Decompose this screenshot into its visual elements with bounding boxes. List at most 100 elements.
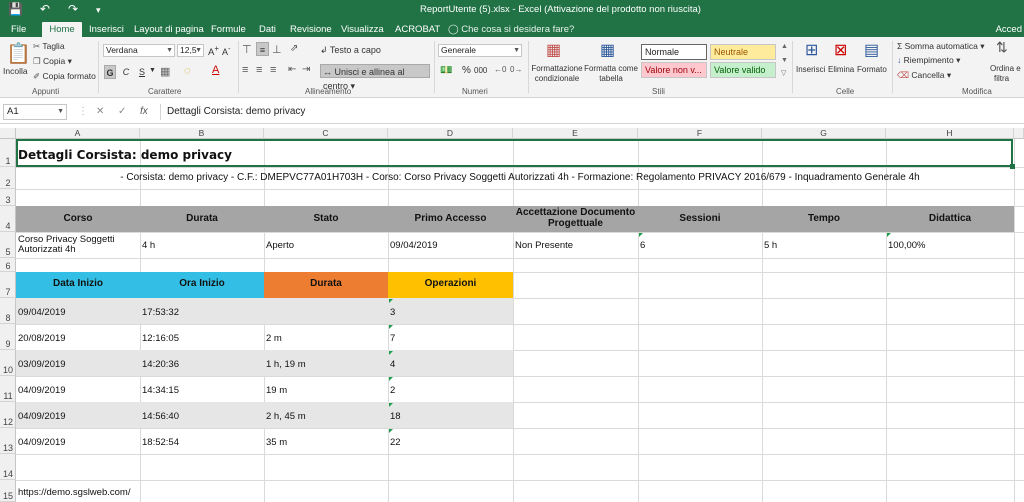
account-name[interactable]: Acced <box>996 22 1022 37</box>
session-data-inizio[interactable]: 09/04/2019 <box>18 307 66 318</box>
column-header-g[interactable]: G <box>762 128 886 139</box>
row-header-11[interactable]: 11 <box>0 376 16 402</box>
course-header-didattica[interactable]: Didattica <box>886 213 1014 224</box>
bold-button[interactable]: G <box>104 65 116 79</box>
session-data-inizio[interactable]: 20/08/2019 <box>18 333 66 344</box>
session-ora-inizio[interactable]: 18:52:54 <box>142 437 179 448</box>
column-header-f[interactable]: F <box>638 128 762 139</box>
style-good[interactable]: Valore valido <box>710 62 776 78</box>
row-header-6[interactable]: 6 <box>0 258 16 272</box>
shrink-font-icon[interactable]: A- <box>222 44 231 57</box>
borders-icon[interactable]: ▦ <box>160 65 170 78</box>
tab-home[interactable]: Home <box>42 22 82 37</box>
style-bad[interactable]: Valore non v... <box>641 62 707 78</box>
align-top-icon[interactable]: ⊤ <box>242 43 252 56</box>
grow-font-icon[interactable]: A+ <box>208 44 219 58</box>
course-header-accettazione[interactable]: Accettazione Documento Progettuale <box>513 207 638 229</box>
orientation-icon[interactable]: ⇗ <box>290 43 298 54</box>
session-header-durata[interactable]: Durata <box>264 278 388 289</box>
cancel-icon[interactable]: ✕ <box>96 106 104 117</box>
session-data-inizio[interactable]: 04/09/2019 <box>18 411 66 422</box>
paste-button[interactable]: Incolla <box>3 66 28 76</box>
format-cells-button[interactable]: Formato <box>857 65 887 74</box>
session-durata[interactable]: 2 h, 45 m <box>266 411 306 422</box>
tell-me-box[interactable]: ◯ Che cosa si desidera fare? <box>448 22 574 37</box>
style-neutral[interactable]: Neutrale <box>710 44 776 60</box>
sheet-subtitle[interactable]: - Corsista: demo privacy - C.F.: DMEPVC7… <box>16 172 1024 183</box>
session-header-ora-inizio[interactable]: Ora Inizio <box>140 278 264 289</box>
select-all-corner[interactable] <box>0 128 16 139</box>
customize-quick-access-icon[interactable]: ▾ <box>96 5 101 16</box>
style-normal[interactable]: Normale <box>641 44 707 60</box>
styles-more-icon[interactable]: ▽ <box>781 69 786 77</box>
course-value-didattica[interactable]: 100,00% <box>888 240 926 251</box>
row-header-4[interactable]: 4 <box>0 206 16 232</box>
course-header-sessioni[interactable]: Sessioni <box>638 213 762 224</box>
course-value-stato[interactable]: Aperto <box>266 240 294 251</box>
redo-icon[interactable]: ↷ <box>68 2 78 16</box>
row-header-3[interactable]: 3 <box>0 189 16 206</box>
row-header-12[interactable]: 12 <box>0 402 16 428</box>
number-format-select[interactable]: Generale ▼ <box>438 44 522 57</box>
session-operazioni[interactable]: 22 <box>390 437 401 448</box>
enter-icon[interactable]: ✓ <box>118 106 126 117</box>
conditional-format-button[interactable]: Formattazione condizionale <box>531 64 583 84</box>
tab-page-layout[interactable]: Layout di pagina <box>131 22 207 37</box>
percent-button[interactable]: % <box>462 65 471 76</box>
row-header-13[interactable]: 13 <box>0 428 16 454</box>
copy-button[interactable]: ❐ Copia ▾ <box>33 56 72 67</box>
thousands-button[interactable]: 000 <box>474 66 487 75</box>
course-header-corso[interactable]: Corso <box>16 213 140 224</box>
styles-scroll-up-icon[interactable]: ▲ <box>781 43 788 50</box>
underline-button[interactable]: S <box>136 65 148 79</box>
column-header-e[interactable]: E <box>513 128 638 139</box>
session-header-data-inizio[interactable]: Data Inizio <box>16 278 140 289</box>
align-center-icon[interactable]: ≡ <box>256 64 262 76</box>
column-header-i[interactable] <box>1014 128 1024 139</box>
row-header-5[interactable]: 5 <box>0 232 16 258</box>
merge-center-button[interactable]: ↔ Unisci e allinea al centro ▾ <box>320 64 430 91</box>
course-value-sessioni[interactable]: 6 <box>640 240 645 251</box>
currency-icon[interactable]: 💵 <box>440 65 452 76</box>
row-header-14[interactable]: 14 <box>0 454 16 480</box>
session-operazioni[interactable]: 3 <box>390 307 395 318</box>
session-operazioni[interactable]: 4 <box>390 359 395 370</box>
course-header-primo-accesso[interactable]: Primo Accesso <box>388 213 513 224</box>
tab-acrobat[interactable]: ACROBAT <box>392 22 443 37</box>
fill-handle[interactable] <box>1010 164 1015 169</box>
italic-button[interactable]: C <box>120 65 132 79</box>
save-icon[interactable]: 💾 <box>8 2 23 16</box>
tab-formulas[interactable]: Formule <box>208 22 249 37</box>
column-header-b[interactable]: B <box>140 128 264 139</box>
tab-data[interactable]: Dati <box>256 22 279 37</box>
footer-url[interactable]: https://demo.sgslweb.com/ <box>18 487 130 498</box>
session-durata[interactable]: 2 m <box>266 333 282 344</box>
session-data-inizio[interactable]: 04/09/2019 <box>18 385 66 396</box>
row-header-15[interactable]: 15 <box>0 480 16 502</box>
course-value-durata[interactable]: 4 h <box>142 240 155 251</box>
row-header-9[interactable]: 9 <box>0 324 16 350</box>
session-ora-inizio[interactable]: 14:34:15 <box>142 385 179 396</box>
column-header-d[interactable]: D <box>388 128 513 139</box>
row-header-1[interactable]: 1 <box>0 139 16 167</box>
session-operazioni[interactable]: 7 <box>390 333 395 344</box>
delete-cells-button[interactable]: Elimina <box>828 65 854 74</box>
tab-review[interactable]: Revisione <box>287 22 335 37</box>
font-name-select[interactable]: Verdana ▼ <box>103 44 175 57</box>
session-operazioni[interactable]: 2 <box>390 385 395 396</box>
session-durata[interactable]: 35 m <box>266 437 287 448</box>
increase-decimal-icon[interactable]: ←0 <box>494 65 506 74</box>
session-ora-inizio[interactable]: 14:56:40 <box>142 411 179 422</box>
worksheet-grid[interactable]: A B C D E F G H 1 2 3 4 5 6 7 8 9 10 11 … <box>0 128 1024 502</box>
format-painter-button[interactable]: ✐ Copia formato <box>33 71 96 82</box>
format-as-table-button[interactable]: Formatta come tabella <box>584 64 638 84</box>
session-data-inizio[interactable]: 04/09/2019 <box>18 437 66 448</box>
course-value-corso[interactable]: Corso Privacy Soggetti Autorizzati 4h <box>18 235 138 255</box>
row-header-2[interactable]: 2 <box>0 167 16 189</box>
row-header-10[interactable]: 10 <box>0 350 16 376</box>
insert-function-icon[interactable]: fx <box>140 106 148 117</box>
undo-icon[interactable]: ↶ <box>40 2 50 16</box>
sort-filter-button[interactable]: Ordina e <box>990 64 1021 73</box>
tab-insert[interactable]: Inserisci <box>86 22 127 37</box>
styles-scroll-down-icon[interactable]: ▼ <box>781 57 788 64</box>
